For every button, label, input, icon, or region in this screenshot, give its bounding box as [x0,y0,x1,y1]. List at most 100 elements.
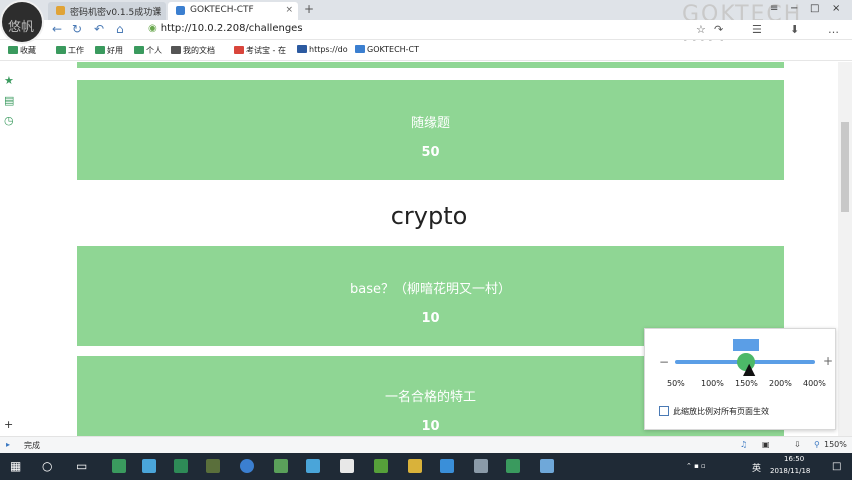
zoom-level-option[interactable]: 150% [735,379,758,388]
vertical-scrollbar[interactable] [838,62,852,436]
app-icon[interactable] [340,459,354,473]
app-icon[interactable] [506,459,520,473]
bookmark-useful[interactable]: 好用 [95,45,123,56]
back-button[interactable]: ← [52,22,62,36]
bookmark-my-docs[interactable]: 我的文档 [171,45,215,56]
screenshot-icon[interactable]: ▣ [762,440,770,449]
bookmark-work[interactable]: 工作 [56,45,84,56]
challenge-card[interactable]: 随缘题 50 [77,80,784,180]
secure-icon: ◉ [148,23,157,34]
folder-icon [95,46,105,54]
more-icon[interactable]: … [828,23,839,36]
ime-indicator[interactable]: 英 [752,461,761,474]
tab-label: 密码机密v0.1.5成功课 [70,8,162,18]
zoom-indicator[interactable]: 150% [824,440,847,449]
task-view-button[interactable]: ▭ [76,459,87,473]
share-icon[interactable]: ↷ [714,23,723,36]
app-icon[interactable] [112,459,126,473]
tab-label: GOKTECH-CTF [190,5,254,15]
menu-icon[interactable]: ≡ [770,3,778,14]
zoom-indicator-icon: ⚲ [814,440,820,449]
app-icon[interactable] [174,459,188,473]
zoom-level-option[interactable]: 200% [769,379,792,388]
section-title: crypto [390,202,468,230]
search-button[interactable]: ○ [42,459,52,473]
bookmark-label: 个人 [146,46,162,55]
minimize-button[interactable]: − [790,3,798,14]
download-status-icon[interactable]: ⇩ [794,440,801,449]
tab-strip: 密码机密v0.1.5成功课 × GOKTECH-CTF × + GOKTECH … [0,0,852,52]
apply-all-pages-checkbox[interactable]: 此缩放比例对所有页面生效 [659,406,769,417]
challenge-title: base？（柳暗花明又一村） [350,282,511,297]
history-icon[interactable]: ◷ [4,114,14,127]
favorites-icon[interactable]: ★ [4,74,14,87]
tab-close-icon[interactable]: × [153,5,161,15]
bookmark-favorites[interactable]: 收藏 [8,45,36,56]
add-icon[interactable]: + [4,418,13,431]
zoom-in-button[interactable]: + [823,354,833,368]
app-icon[interactable] [374,459,388,473]
undo-button[interactable]: ↶ [94,22,104,36]
folder-icon [134,46,144,54]
bookmark-label: 工作 [68,46,84,55]
zoom-level-option[interactable]: 100% [701,379,724,388]
bookmark-star-icon[interactable]: ☆ [696,23,706,36]
app-icon[interactable] [142,459,156,473]
notification-icon[interactable]: □ [832,461,841,472]
tab-favicon-icon [176,6,185,15]
reader-icon[interactable]: ▤ [4,94,14,107]
tab-close-icon[interactable]: × [285,5,293,15]
bookmark-label: GOKTECH-CT [367,45,420,54]
app-icon[interactable] [206,459,220,473]
app-icon[interactable] [306,459,320,473]
star-icon [8,46,18,54]
start-button[interactable]: ▦ [10,459,21,473]
left-sidebar: ★ ▤ ◷ + [0,62,20,436]
bookmark-goktech[interactable]: GOKTECH-CT [355,45,419,54]
zoom-levels: 50% 100% 150% 200% 400% [663,379,833,391]
close-window-button[interactable]: × [832,3,840,14]
bookmark-label: 考试宝 - 在 [246,46,286,55]
challenge-card-above[interactable] [77,62,784,68]
status-bar: ▸ 完成 ♫ ▣ ⇩ ⚲ 150% [0,436,852,453]
new-tab-button[interactable]: + [304,2,314,16]
app-icon[interactable] [440,459,454,473]
status-text: 完成 [24,441,40,450]
clock-date[interactable]: 2018/11/18 [770,467,810,475]
app-icon[interactable] [274,459,288,473]
bookmark-https[interactable]: https://do [297,45,348,54]
bookmark-personal[interactable]: 个人 [134,45,162,56]
zoom-tooltip [733,339,759,351]
bookmark-exam[interactable]: 考试宝 - 在 [234,45,286,56]
tab-goktech[interactable]: GOKTECH-CTF × [168,2,298,20]
browser-app-icon[interactable] [240,459,254,473]
avatar[interactable]: 悠帆 [0,0,44,44]
apply-all-pages-label: 此缩放比例对所有页面生效 [673,407,769,416]
challenge-points: 10 [421,311,440,326]
menu-list-icon[interactable]: ☰ [752,23,762,36]
scrollbar-thumb[interactable] [841,122,849,212]
home-button[interactable]: ⌂ [116,22,124,36]
tab-password[interactable]: 密码机密v0.1.5成功课 × [48,2,166,20]
page-icon [355,45,365,53]
zoom-out-button[interactable]: − [659,355,669,369]
app-icon[interactable] [474,459,488,473]
reload-button[interactable]: ↻ [72,22,82,36]
zoom-level-option[interactable]: 50% [667,379,685,388]
maximize-button[interactable]: □ [810,3,819,14]
bookmark-label: 收藏 [20,46,36,55]
url-field[interactable]: ◉ http://10.0.2.208/challenges [148,23,303,34]
address-bar: ← ↻ ↶ ⌂ ◉ http://10.0.2.208/challenges ☆ … [0,20,852,40]
tray-icons[interactable]: ⌃ ▪ ▫ [686,462,706,470]
grid-icon [171,46,181,54]
app-icon[interactable] [408,459,422,473]
bookmark-label: https://do [309,45,348,54]
zoom-level-option[interactable]: 400% [803,379,826,388]
download-icon[interactable]: ⬇ [790,23,799,36]
speaker-icon[interactable]: ▸ [6,440,10,449]
clock-time[interactable]: 16:50 [784,455,804,463]
app-icon[interactable] [540,459,554,473]
sound-icon[interactable]: ♫ [740,440,747,449]
avatar-text: 悠帆 [8,20,35,35]
folder-icon [56,46,66,54]
